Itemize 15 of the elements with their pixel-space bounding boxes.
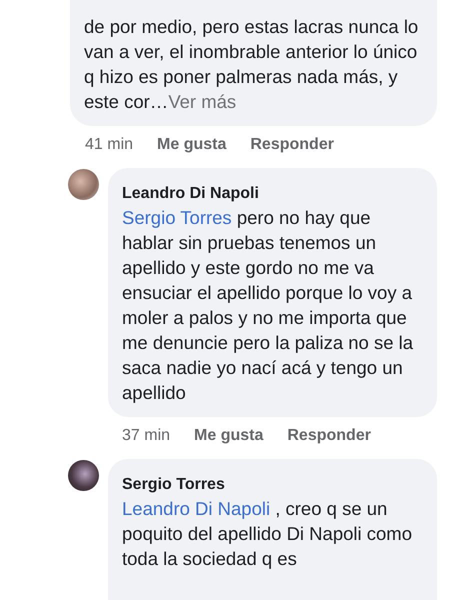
avatar[interactable] <box>68 460 99 491</box>
see-more-link[interactable]: Ver más <box>168 91 236 112</box>
reply-link[interactable]: Responder <box>250 136 334 154</box>
author-name[interactable]: Sergio Torres <box>122 469 423 496</box>
mention-link[interactable]: Sergio Torres <box>122 207 232 228</box>
timestamp: 37 min <box>122 427 170 445</box>
like-link[interactable]: Me gusta <box>194 427 264 445</box>
reply-link[interactable]: Responder <box>287 427 371 445</box>
timestamp: 41 min <box>85 136 134 154</box>
comment-text: Leandro Di Napoli , creo q se un poquito del apellido Di Napoli como toda la sociedad q es <box>122 497 414 571</box>
comment-text: de por medio, pero estas lacras nunca lo van a ver, el inombrable anterior lo único q hizo es poner palmeras nada más, y este cor…Ver más <box>84 15 420 114</box>
mention-link[interactable]: Leandro Di Napoli <box>122 498 270 519</box>
like-link[interactable]: Me gusta <box>157 136 226 154</box>
author-name[interactable]: Leandro Di Napoli <box>122 178 423 205</box>
comment-text: Sergio Torres pero no hay que hablar sin pruebas tenemos un apellido y este gordo no me va ensuciar el apellido porque lo voy a moler a palos y no me importa que me denuncie pero la paliza no se la saca nadie yo nací acá y tengo un apellido <box>122 206 414 405</box>
